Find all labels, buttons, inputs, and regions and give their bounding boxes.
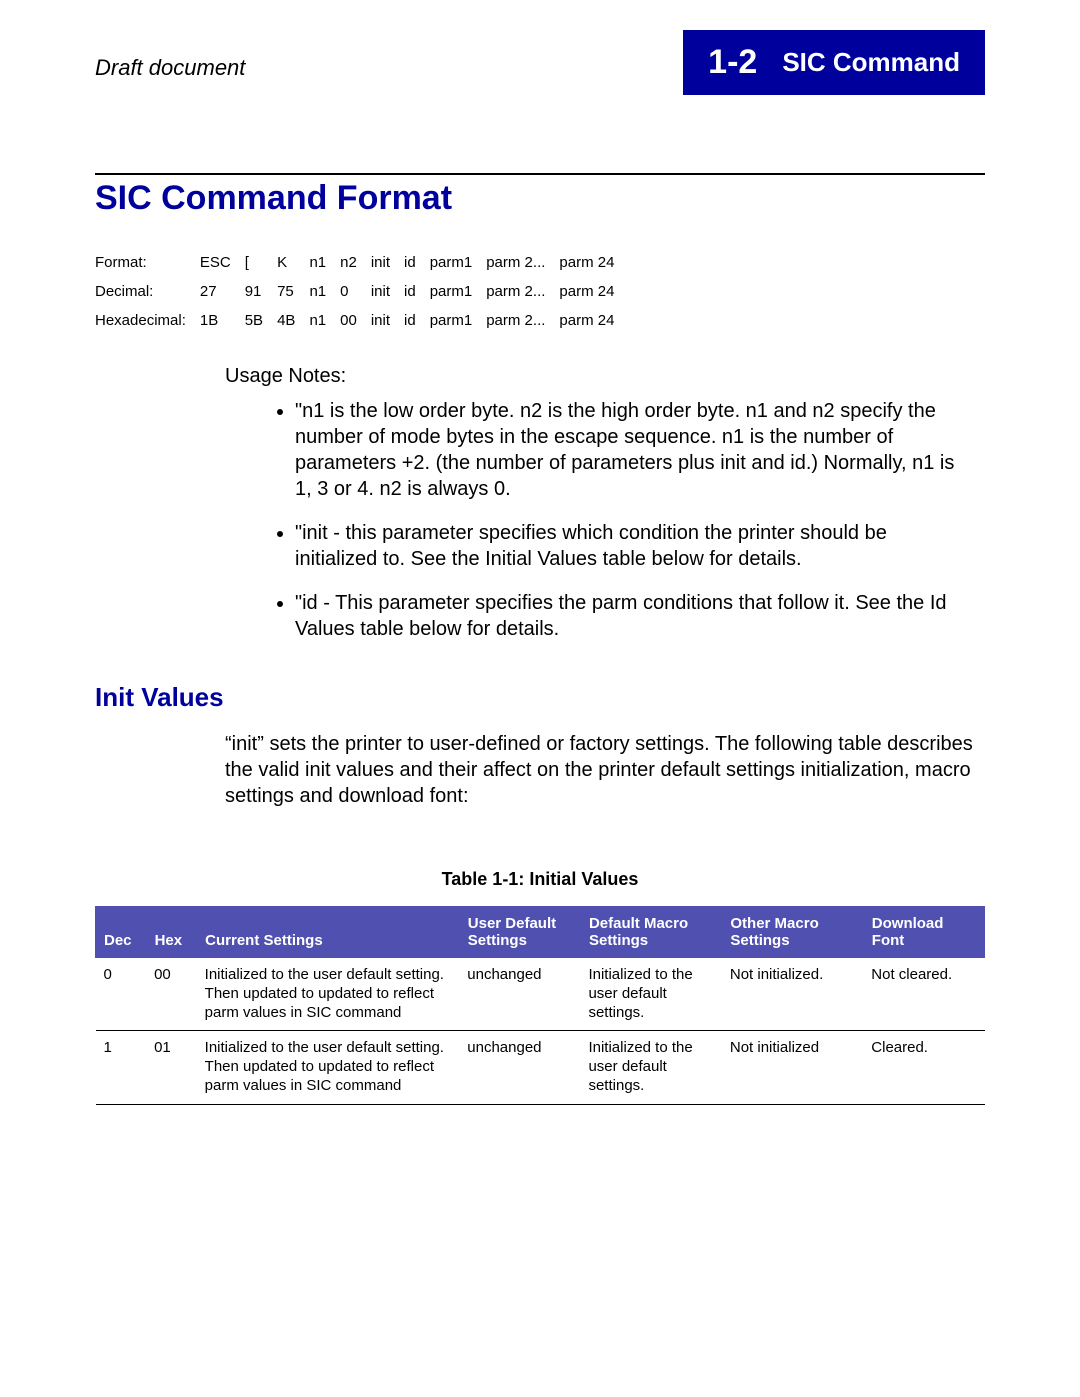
format-cell: K — [277, 248, 309, 277]
init-table-header: Other Macro Settings — [722, 907, 863, 958]
init-table-cell: 00 — [146, 958, 197, 1031]
init-table-cell: unchanged — [459, 958, 580, 1031]
section-rule — [95, 173, 985, 175]
page-number: 1-2 — [683, 43, 782, 82]
format-cell: parm 2... — [486, 248, 559, 277]
init-table-header: Current Settings — [197, 907, 460, 958]
init-table-cell: unchanged — [459, 1031, 580, 1104]
draft-label: Draft document — [95, 30, 683, 81]
format-cell: 27 — [200, 277, 245, 306]
subsection-title: Init Values — [95, 682, 985, 713]
init-table-row: 000Initialized to the user default setti… — [96, 958, 985, 1031]
format-cell: n1 — [309, 277, 340, 306]
format-cell: parm 24 — [559, 306, 628, 335]
format-cell: id — [404, 248, 430, 277]
format-cell: parm1 — [430, 248, 487, 277]
format-cell: parm 24 — [559, 248, 628, 277]
init-table-cell: 1 — [96, 1031, 147, 1104]
format-cell: init — [371, 248, 404, 277]
usage-note: "id - This parameter specifies the parm … — [295, 590, 985, 642]
page-badge-title: SIC Command — [782, 47, 985, 78]
init-table-cell: Initialized to the user default settings… — [580, 1031, 721, 1104]
format-cell: id — [404, 306, 430, 335]
init-table-row: 101Initialized to the user default setti… — [96, 1031, 985, 1104]
format-cell: parm 2... — [486, 306, 559, 335]
page-badge: 1-2 SIC Command — [683, 30, 985, 95]
format-row-label: Decimal: — [95, 277, 200, 306]
init-table-cell: Not cleared. — [863, 958, 984, 1031]
init-table-cell: Initialized to the user default setting.… — [197, 958, 460, 1031]
format-cell: parm 24 — [559, 277, 628, 306]
section-title: SIC Command Format — [95, 179, 985, 218]
page-header: Draft document 1-2 SIC Command — [95, 0, 985, 95]
format-row-label: Hexadecimal: — [95, 306, 200, 335]
usage-note: "n1 is the low order byte. n2 is the hig… — [295, 398, 985, 502]
init-table-cell: Cleared. — [863, 1031, 984, 1104]
init-table-cell: Initialized to the user default settings… — [580, 958, 721, 1031]
subsection-paragraph: “init” sets the printer to user-defined … — [225, 731, 985, 809]
format-row: Format:ESC[Kn1n2initidparm1parm 2...parm… — [95, 248, 628, 277]
format-cell: ESC — [200, 248, 245, 277]
format-cell: 1B — [200, 306, 245, 335]
usage-note: "init - this parameter specifies which c… — [295, 520, 985, 572]
format-cell: 5B — [245, 306, 277, 335]
init-values-table: DecHexCurrent SettingsUser Default Setti… — [95, 906, 985, 1105]
format-cell: n1 — [309, 306, 340, 335]
format-row-label: Format: — [95, 248, 200, 277]
format-cell: [ — [245, 248, 277, 277]
usage-notes-list: "n1 is the low order byte. n2 is the hig… — [295, 398, 985, 642]
format-cell: init — [371, 277, 404, 306]
format-cell: 91 — [245, 277, 277, 306]
format-cell: n2 — [340, 248, 371, 277]
format-cell: 0 — [340, 277, 371, 306]
usage-notes-label: Usage Notes: — [225, 365, 985, 388]
init-table-header: Hex — [146, 907, 197, 958]
init-table-cell: 01 — [146, 1031, 197, 1104]
init-table-header: Default Macro Settings — [580, 907, 721, 958]
format-cell: 00 — [340, 306, 371, 335]
format-cell: parm1 — [430, 306, 487, 335]
init-table-cell: Initialized to the user default setting.… — [197, 1031, 460, 1104]
format-row: Hexadecimal:1B5B4Bn100initidparm1parm 2.… — [95, 306, 628, 335]
format-cell: 75 — [277, 277, 309, 306]
format-cell: init — [371, 306, 404, 335]
page: Draft document 1-2 SIC Command SIC Comma… — [0, 0, 1080, 1185]
format-cell: 4B — [277, 306, 309, 335]
format-table: Format:ESC[Kn1n2initidparm1parm 2...parm… — [95, 248, 628, 335]
init-table-cell: Not initialized. — [722, 958, 863, 1031]
table-caption: Table 1-1: Initial Values — [95, 869, 985, 890]
init-table-header: Download Font — [863, 907, 984, 958]
init-table-cell: Not initialized — [722, 1031, 863, 1104]
format-cell: parm1 — [430, 277, 487, 306]
format-cell: parm 2... — [486, 277, 559, 306]
init-table-header: Dec — [96, 907, 147, 958]
init-table-header: User Default Settings — [459, 907, 580, 958]
format-cell: id — [404, 277, 430, 306]
init-table-cell: 0 — [96, 958, 147, 1031]
format-cell: n1 — [309, 248, 340, 277]
format-row: Decimal:279175n10initidparm1parm 2...par… — [95, 277, 628, 306]
